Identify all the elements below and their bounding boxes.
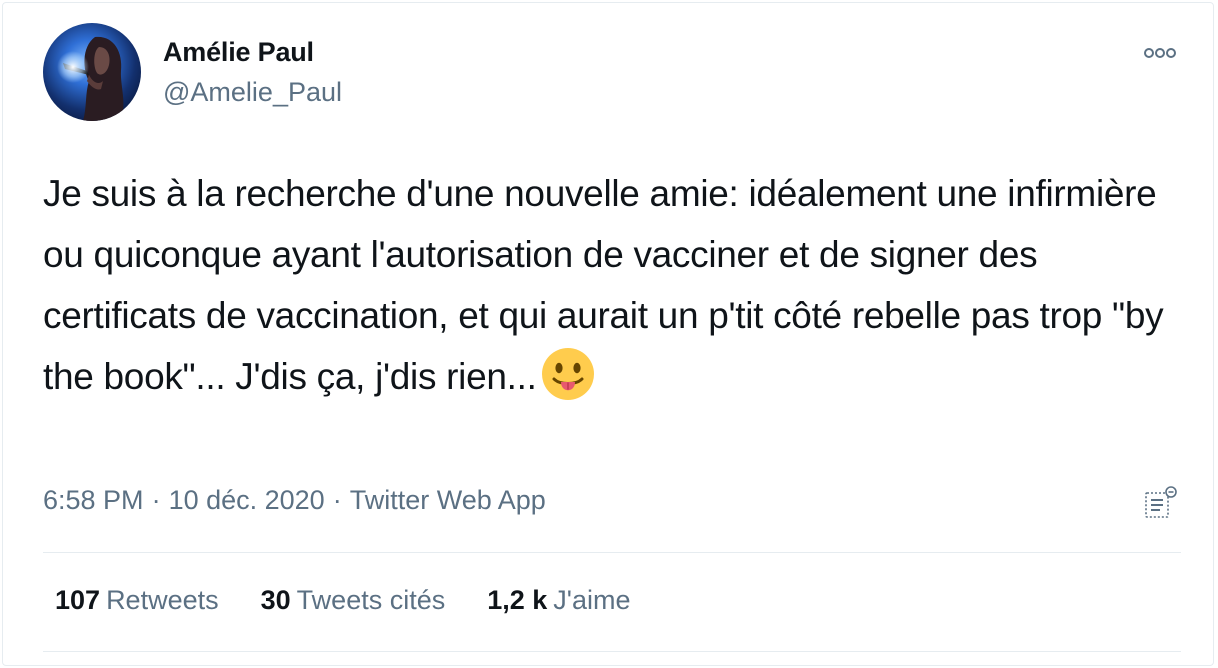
tweet-time[interactable]: 6:58 PM xyxy=(43,485,144,515)
retweets-count: 107 xyxy=(55,585,101,615)
tweet-date[interactable]: 10 déc. 2020 xyxy=(169,485,325,515)
meta-separator: · xyxy=(332,485,342,515)
avatar-image xyxy=(43,23,141,121)
tweet-source[interactable]: Twitter Web App xyxy=(350,485,546,515)
tweet-stats: 107 Retweets 30 Tweets cités 1,2 k J'aime xyxy=(55,585,630,616)
divider xyxy=(43,651,1181,652)
author-name[interactable]: Amélie Paul xyxy=(163,37,314,68)
meta-separator: · xyxy=(151,485,161,515)
more-options-icon xyxy=(1144,48,1176,58)
likes-label: J'aime xyxy=(553,585,631,615)
retweets-stat[interactable]: 107 Retweets xyxy=(55,585,219,616)
quotes-label: Tweets cités xyxy=(296,585,446,615)
retweets-label: Retweets xyxy=(106,585,219,615)
tweet-meta: 6:58 PM · 10 déc. 2020 · Twitter Web App xyxy=(43,485,546,516)
quotes-stat[interactable]: 30 Tweets cités xyxy=(261,585,446,616)
tweet-text: Je suis à la recherche d'une nouvelle am… xyxy=(43,163,1183,407)
analytics-icon xyxy=(1145,486,1177,518)
face-with-tongue-emoji xyxy=(541,347,595,401)
author-handle[interactable]: @Amelie_Paul xyxy=(163,77,342,108)
likes-stat[interactable]: 1,2 k J'aime xyxy=(487,585,630,616)
tweet-card: Amélie Paul @Amelie_Paul Je suis à la re… xyxy=(2,2,1214,666)
more-options-button[interactable] xyxy=(1141,41,1181,65)
analytics-button[interactable] xyxy=(1143,485,1179,521)
divider xyxy=(43,552,1181,553)
avatar[interactable] xyxy=(43,23,141,121)
quotes-count: 30 xyxy=(260,585,291,615)
tweet-body: Je suis à la recherche d'une nouvelle am… xyxy=(43,173,1164,397)
likes-count: 1,2 k xyxy=(487,585,548,615)
